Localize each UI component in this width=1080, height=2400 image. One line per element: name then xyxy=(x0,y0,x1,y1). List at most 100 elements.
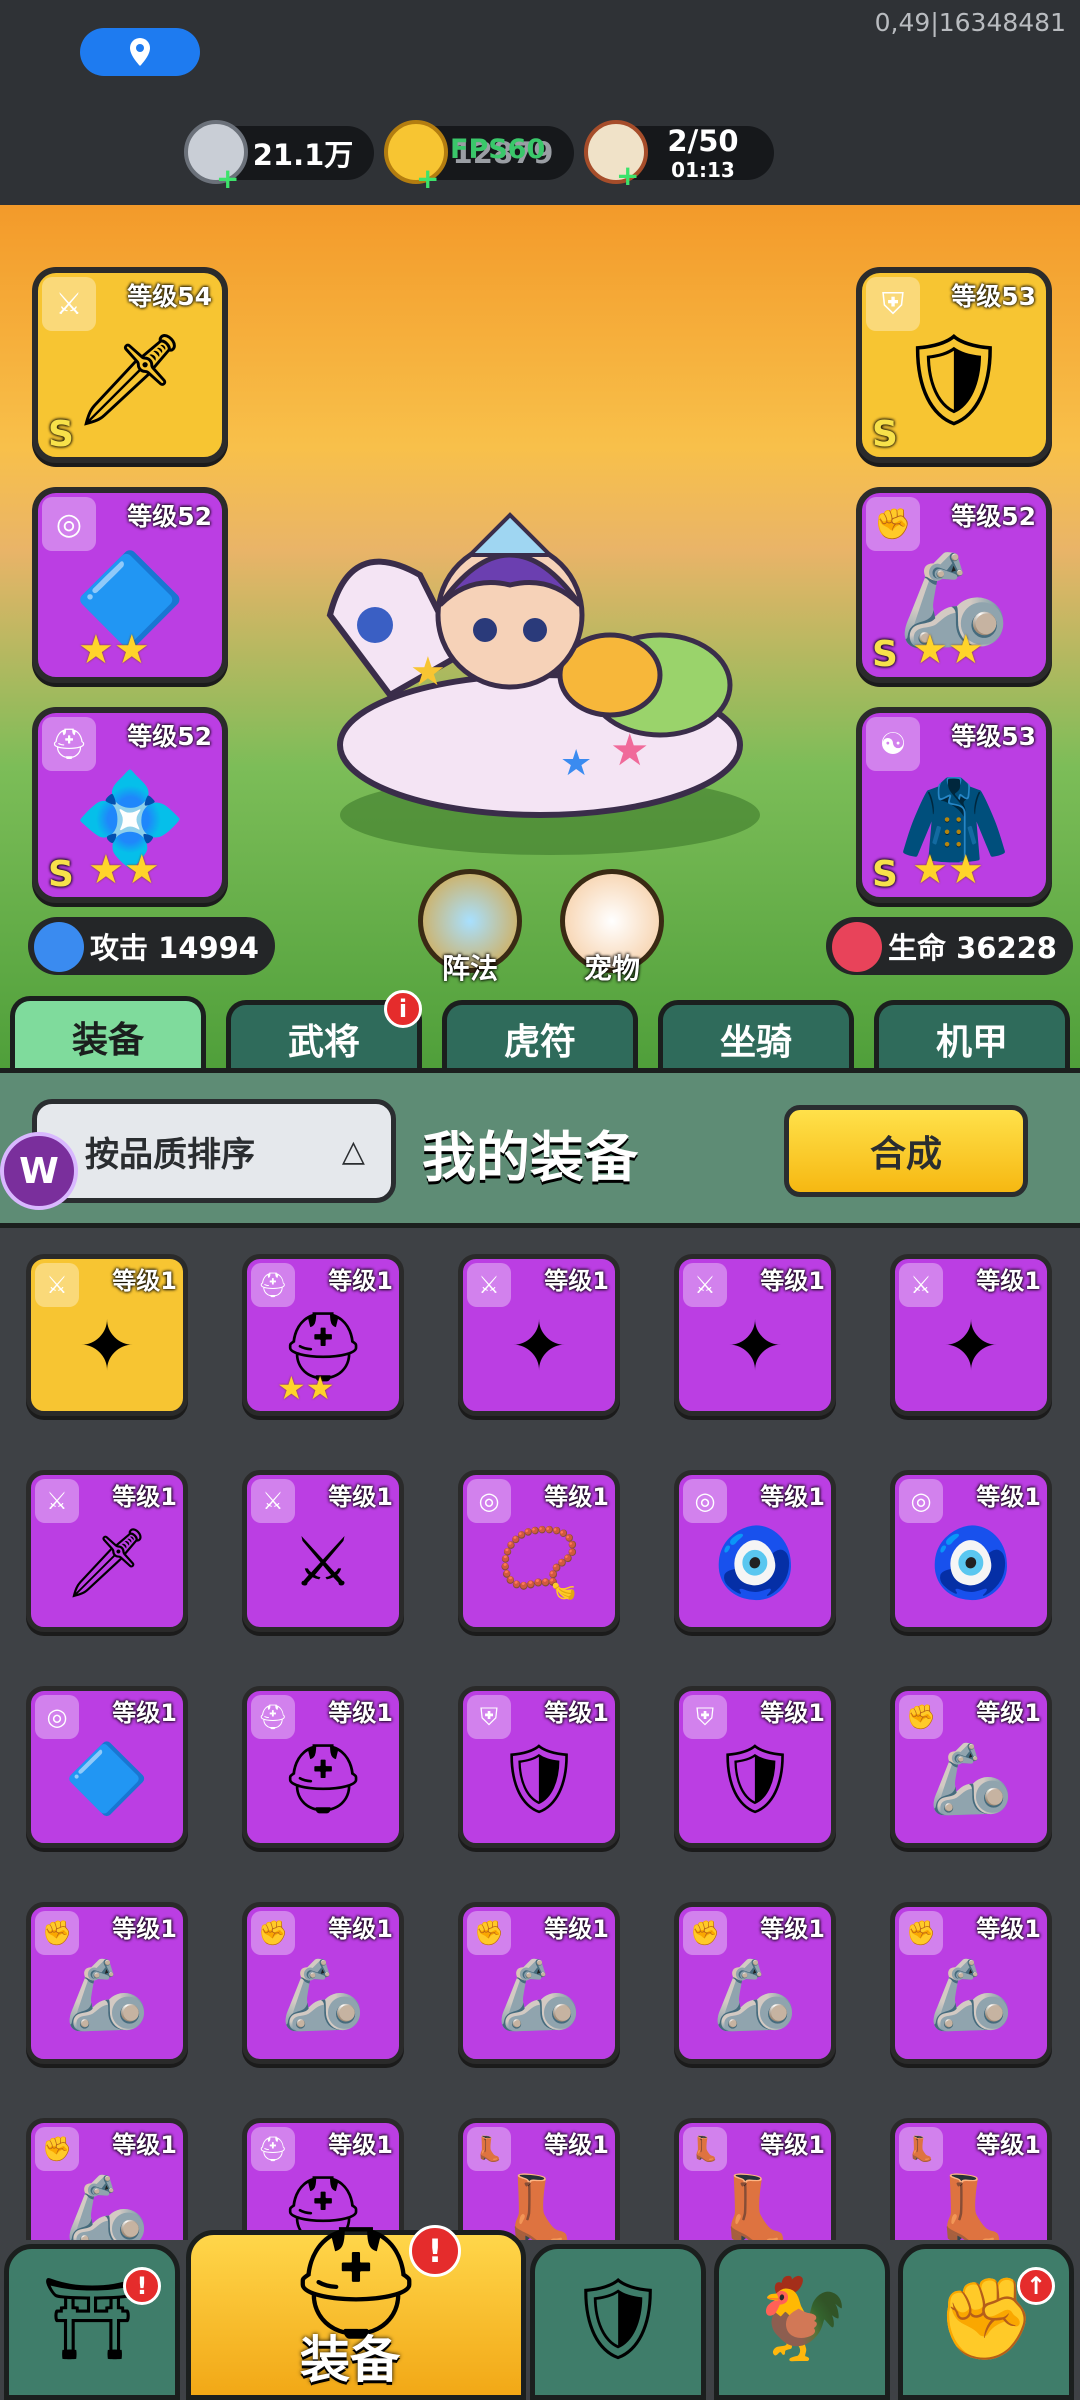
info-badge-icon: i xyxy=(384,990,422,1028)
slot-helmet[interactable]: ⛑ 等级52 💠 S ★★ xyxy=(32,707,228,903)
silver-add-icon[interactable]: + xyxy=(216,162,239,195)
gauntlet-type-icon: ✊ xyxy=(251,1911,295,1955)
nav-gacha[interactable]: 🐓 xyxy=(714,2244,890,2400)
item-level: 等级1 xyxy=(328,2131,393,2159)
shuriken-icon: ✦ xyxy=(726,1307,784,1387)
inventory-item[interactable]: ✊ 等级1 🦾 xyxy=(242,1902,404,2064)
nav-battle[interactable]: 🛡 xyxy=(530,2244,706,2400)
item-level: 等级1 xyxy=(760,1483,825,1511)
inventory-item[interactable]: ⚔ 等级1 ✦ xyxy=(890,1254,1052,1416)
item-level: 等级1 xyxy=(112,1915,177,1943)
slot-gauntlet[interactable]: ✊ 等级52 🦾 S ★★ xyxy=(856,487,1052,683)
sort-label: 按品质排序 xyxy=(85,1134,255,1175)
slot-level: 等级53 xyxy=(951,282,1036,311)
boots-type-icon: 👢 xyxy=(467,2127,511,2171)
hp-value: 生命 36228 xyxy=(888,931,1057,965)
item-level: 等级1 xyxy=(976,1483,1041,1511)
grade-badge: S xyxy=(48,414,74,455)
gold-resource[interactable]: 12879 FPS60 + xyxy=(384,120,574,195)
tab-mecha[interactable]: 机甲 xyxy=(874,1000,1070,1072)
inventory-grid: ⚔ 等级1 ✦ ⛑ 等级1 ⛑ ★★ ⚔ 等级1 ✦ ⚔ 等级1 ✦ ⚔ 等级1 ✦ ⚔ 等级1 🗡 ⚔ 等级1 ⚔ ◎ 等级… xyxy=(0,1230,1080,2280)
pet-label: 宠物 xyxy=(583,952,640,985)
inventory-item[interactable]: ⚔ 等级1 ✦ xyxy=(458,1254,620,1416)
item-level: 等级1 xyxy=(112,1267,177,1295)
amulet-icon: 🔷 xyxy=(64,1740,150,1820)
armor-icon: 🛡 xyxy=(495,1740,583,1820)
inventory-item[interactable]: ⚔ 等级1 ⚔ xyxy=(242,1470,404,1632)
inventory-item[interactable]: ⚔ 等级1 ✦ xyxy=(26,1254,188,1416)
top-status-bar: 0,49|16348481 21.1万 + 12879 FPS60 + 2/50… xyxy=(0,0,1080,205)
nav-equipment-label: 装备 xyxy=(300,2331,400,2389)
boots-type-icon: 👢 xyxy=(683,2127,727,2171)
attack-value: 攻击 14994 xyxy=(90,931,259,965)
star-rating: ★★ xyxy=(78,627,150,673)
stamina-resource[interactable]: 2/50 01:13 + xyxy=(584,120,774,190)
fps-overlay: FPS60 xyxy=(450,134,546,165)
nav-shop[interactable]: ⛩ ! xyxy=(4,2244,180,2400)
helmet-type-icon: ⛑ xyxy=(251,1695,295,1739)
rooster-gacha-icon: 🐓 xyxy=(752,2272,852,2366)
inventory-item[interactable]: ◎ 等级1 📿 xyxy=(458,1470,620,1632)
slot-accessory[interactable]: ☯ 等级53 🧥 S ★★ xyxy=(856,707,1052,903)
item-level: 等级1 xyxy=(760,1699,825,1727)
triangle-up-icon: △ xyxy=(341,1134,365,1169)
amulet-icon: ◎ xyxy=(42,497,96,551)
slot-armor[interactable]: ⛨ 等级53 🛡 S xyxy=(856,267,1052,463)
inventory-item[interactable]: ⛑ 等级1 ⛑ ★★ xyxy=(242,1254,404,1416)
stamina-add-icon[interactable]: + xyxy=(616,162,639,190)
sort-dropdown[interactable]: 按品质排序 △ xyxy=(32,1099,396,1203)
grade-badge: S xyxy=(872,854,898,895)
alert-badge-icon: ! xyxy=(409,2225,461,2277)
heart-icon xyxy=(832,922,882,972)
item-level: 等级1 xyxy=(976,1915,1041,1943)
inventory-item[interactable]: ⛨ 等级1 🛡 xyxy=(674,1686,836,1848)
dagger-icon: 🗡 xyxy=(63,1524,151,1604)
item-level: 等级1 xyxy=(328,1915,393,1943)
slot-level: 等级54 xyxy=(127,282,212,311)
overlay-logo[interactable]: W xyxy=(0,1132,78,1210)
inventory-item[interactable]: ◎ 等级1 🧿 xyxy=(674,1470,836,1632)
inventory-item[interactable]: ⛨ 等级1 🛡 xyxy=(458,1686,620,1848)
nav-upgrade[interactable]: ✊ ↑ xyxy=(898,2244,1074,2400)
silver-resource[interactable]: 21.1万 + xyxy=(184,120,374,195)
tab-tiger-tally[interactable]: 虎符 xyxy=(442,1000,638,1072)
silver-value: 21.1万 xyxy=(252,138,354,172)
inventory-item[interactable]: ✊ 等级1 🦾 xyxy=(458,1902,620,2064)
shuriken-icon: ✦ xyxy=(78,1307,136,1387)
synthesize-button[interactable]: 合成 xyxy=(784,1105,1028,1197)
helmet-icon: ⛑ xyxy=(42,717,96,771)
location-button[interactable] xyxy=(80,28,200,76)
star-rating: ★★ xyxy=(912,627,984,673)
inventory-item[interactable]: ⚔ 等级1 ✦ xyxy=(674,1254,836,1416)
item-level: 等级1 xyxy=(760,1915,825,1943)
inventory-item[interactable]: ◎ 等级1 🧿 xyxy=(890,1470,1052,1632)
tab-equipment[interactable]: 装备 xyxy=(10,996,206,1072)
slot-level: 等级52 xyxy=(127,502,212,531)
gauntlet-icon: 🦾 xyxy=(712,1956,798,2036)
ice-sword-icon: 🗡 xyxy=(72,327,188,433)
item-level: 等级1 xyxy=(328,1483,393,1511)
character-on-unicorn-float[interactable]: ★ ★ ★ xyxy=(300,495,780,875)
slot-amulet[interactable]: ◎ 等级52 🔷 ★★ xyxy=(32,487,228,683)
gold-add-icon[interactable]: + xyxy=(416,162,439,195)
gauntlet-type-icon: ✊ xyxy=(35,1911,79,1955)
slot-weapon[interactable]: ⚔ 等级54 🗡 S xyxy=(32,267,228,463)
inventory-item[interactable]: ✊ 等级1 🦾 xyxy=(890,1686,1052,1848)
armor-icon: 🛡 xyxy=(711,1740,799,1820)
inventory-item[interactable]: ✊ 等级1 🦾 xyxy=(674,1902,836,2064)
tab-mount[interactable]: 坐骑 xyxy=(658,1000,854,1072)
inventory-item[interactable]: ⛑ 等级1 ⛑ xyxy=(242,1686,404,1848)
item-level: 等级1 xyxy=(544,1915,609,1943)
inventory-item[interactable]: ⚔ 等级1 🗡 xyxy=(26,1470,188,1632)
item-level: 等级1 xyxy=(976,1699,1041,1727)
talisman-icon: 🧿 xyxy=(712,1524,798,1604)
gauntlet-type-icon: ✊ xyxy=(35,2127,79,2171)
star-rating: ★★ xyxy=(277,1369,335,1407)
item-level: 等级1 xyxy=(976,2131,1041,2159)
necklace-type-icon: ◎ xyxy=(467,1479,511,1523)
upgrade-arrow-badge-icon: ↑ xyxy=(1017,2267,1055,2305)
inventory-item[interactable]: ✊ 等级1 🦾 xyxy=(890,1902,1052,2064)
inventory-item[interactable]: ✊ 等级1 🦾 xyxy=(26,1902,188,2064)
debug-readout: 0,49|16348481 xyxy=(874,8,1066,37)
inventory-item[interactable]: ◎ 等级1 🔷 xyxy=(26,1686,188,1848)
